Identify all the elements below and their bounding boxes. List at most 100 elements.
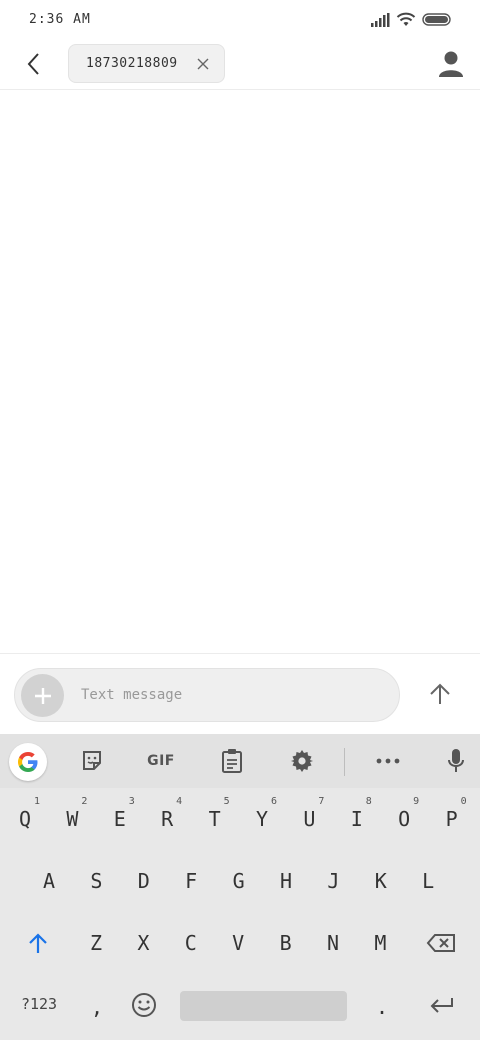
key-label: X	[137, 931, 150, 955]
key-label: T	[208, 807, 221, 831]
gif-button[interactable]: GIF	[140, 744, 182, 778]
status-icons	[370, 12, 452, 27]
key-label: H	[279, 869, 293, 893]
compose-field	[14, 668, 400, 722]
voice-input-button[interactable]	[440, 744, 472, 778]
key-p[interactable]: P0	[429, 792, 475, 846]
key-r[interactable]: R4	[144, 792, 190, 846]
key-d[interactable]: D	[121, 854, 167, 908]
key-s[interactable]: S	[73, 854, 119, 908]
enter-icon	[430, 998, 453, 1013]
key-number-hint: 7	[318, 796, 325, 807]
key-h[interactable]: H	[263, 854, 309, 908]
clipboard-icon	[222, 749, 242, 773]
recipient-number: 18730218809	[86, 56, 178, 71]
key-c[interactable]: C	[168, 916, 214, 970]
key-label: K	[374, 869, 387, 893]
key-e[interactable]: E3	[97, 792, 143, 846]
key-f[interactable]: F	[168, 854, 214, 908]
key-w[interactable]: W2	[49, 792, 95, 846]
key-q[interactable]: Q1	[2, 792, 48, 846]
key-label: C	[184, 931, 197, 955]
key-label: M	[374, 931, 387, 955]
key-label: D	[137, 869, 150, 893]
key-number-hint: 2	[81, 796, 88, 807]
key-label: Z	[89, 931, 103, 955]
key-label: P	[445, 807, 458, 831]
more-button[interactable]	[372, 744, 404, 778]
key-t[interactable]: T5	[192, 792, 238, 846]
key-number-hint: 4	[176, 796, 183, 807]
shift-arrow-icon	[29, 933, 47, 953]
emoji-key[interactable]	[121, 978, 167, 1032]
person-icon[interactable]	[438, 50, 464, 78]
shift-key[interactable]	[15, 916, 61, 970]
key-label: E	[113, 807, 126, 831]
attach-button[interactable]	[21, 674, 64, 717]
key-label: Q	[18, 807, 32, 831]
sticker-icon	[83, 751, 101, 770]
key-label: B	[279, 931, 292, 955]
key-label: W	[66, 807, 79, 831]
status-bar: 2:36 AM	[0, 0, 480, 40]
comma-key[interactable]: ,	[74, 980, 120, 1034]
wifi-icon	[396, 12, 416, 26]
key-o[interactable]: O9	[381, 792, 427, 846]
key-n[interactable]: N	[310, 916, 356, 970]
send-button[interactable]	[424, 678, 456, 710]
key-label: R	[161, 807, 174, 831]
keyboard-toolbar: GIF	[0, 734, 480, 788]
key-label: Y	[255, 807, 269, 831]
key-number-hint: 9	[413, 796, 420, 807]
conversation-header: 18730218809	[0, 40, 480, 90]
period-key[interactable]: .	[359, 980, 405, 1034]
key-label: V	[232, 931, 245, 955]
key-x[interactable]: X	[120, 916, 166, 970]
key-u[interactable]: U7	[286, 792, 332, 846]
google-button[interactable]	[9, 743, 47, 781]
key-label: L	[422, 869, 435, 893]
message-input[interactable]	[81, 679, 381, 711]
key-number-hint: 0	[460, 796, 467, 807]
settings-button[interactable]	[286, 744, 318, 778]
key-j[interactable]: J	[310, 854, 356, 908]
key-label: A	[42, 869, 56, 893]
sticker-button[interactable]	[76, 744, 108, 778]
clipboard-button[interactable]	[216, 744, 248, 778]
keyboard: GIF Q 1 W 2 E 3 R 4 T 5 Y 6 U 7 I 8 O 9 …	[0, 734, 480, 1040]
key-l[interactable]: L	[405, 854, 451, 908]
google-g-icon	[18, 752, 38, 772]
key-number-hint: 1	[33, 796, 40, 807]
back-button[interactable]	[20, 50, 48, 78]
microphone-icon	[448, 749, 464, 772]
enter-key[interactable]	[418, 978, 464, 1032]
key-number-hint: 6	[270, 796, 277, 807]
key-label: J	[327, 869, 340, 893]
key-y[interactable]: Y6	[239, 792, 285, 846]
key-a[interactable]: A	[26, 854, 72, 908]
key-v[interactable]: V	[215, 916, 261, 970]
backspace-key[interactable]	[418, 916, 464, 970]
symbols-key[interactable]: ?123	[16, 990, 62, 1018]
recipient-chip[interactable]: 18730218809	[68, 44, 225, 83]
toolbar-divider	[344, 748, 345, 776]
status-time: 2:36 AM	[29, 12, 91, 27]
key-m[interactable]: M	[357, 916, 403, 970]
key-i[interactable]: I8	[334, 792, 380, 846]
key-z[interactable]: Z	[73, 916, 119, 970]
key-k[interactable]: K	[358, 854, 404, 908]
key-label: F	[185, 869, 198, 893]
battery-icon	[422, 13, 451, 26]
plus-icon	[34, 687, 51, 704]
key-number-hint: 5	[223, 796, 230, 807]
key-b[interactable]: B	[263, 916, 309, 970]
key-label: G	[232, 869, 245, 893]
more-horizontal-icon	[376, 758, 400, 764]
up-arrow-icon	[430, 683, 450, 704]
key-label: N	[326, 931, 340, 955]
back-arrow-icon	[27, 53, 39, 75]
key-g[interactable]: G	[216, 854, 262, 908]
close-icon[interactable]	[196, 57, 210, 71]
space-key[interactable]	[180, 991, 347, 1021]
gear-icon	[291, 750, 313, 772]
